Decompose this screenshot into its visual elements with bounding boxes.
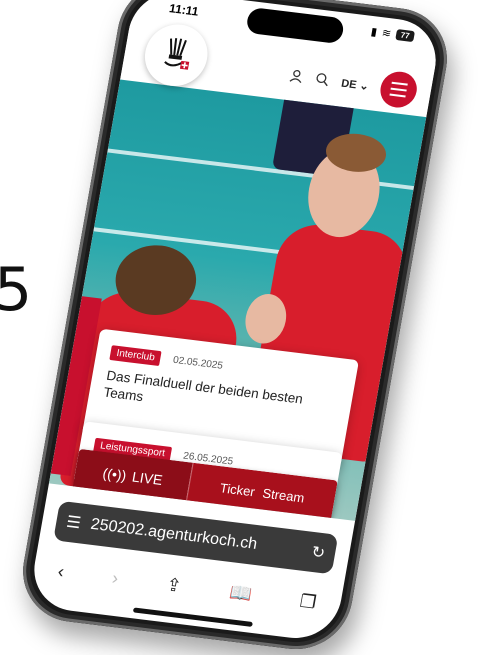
bookmarks-icon[interactable]: 📖: [228, 582, 254, 605]
phone-frame: 11:11 ▮ ≋ 77 DE ⌄ Interclub 02.05.2025 D…: [14, 0, 456, 655]
category-tag[interactable]: Interclub: [109, 345, 162, 367]
ticker-label: Ticker: [218, 479, 257, 499]
status-icons: ▮ ≋ 77: [369, 25, 416, 43]
user-icon[interactable]: [288, 68, 305, 86]
tabs-icon[interactable]: ❐: [298, 590, 318, 613]
article-date: 02.05.2025: [172, 354, 224, 372]
wifi-icon: ≋: [380, 27, 393, 41]
chevron-down-icon: ⌄: [358, 79, 370, 93]
battery-icon: 77: [395, 29, 416, 43]
menu-line-icon: [389, 93, 406, 98]
article-title[interactable]: Das Finalduell der beiden besten Teams: [102, 368, 338, 430]
phone-mockup: 11:11 ▮ ≋ 77 DE ⌄ Interclub 02.05.2025 D…: [0, 0, 490, 655]
page-settings-icon[interactable]: ☰: [65, 512, 83, 533]
stream-label: Stream: [261, 485, 306, 505]
phone-screen: 11:11 ▮ ≋ 77 DE ⌄ Interclub 02.05.2025 D…: [27, 0, 443, 644]
live-label: LIVE: [130, 468, 164, 489]
search-icon[interactable]: [314, 71, 331, 89]
language-select[interactable]: DE ⌄: [340, 76, 370, 92]
back-icon[interactable]: ‹: [56, 561, 65, 582]
status-time: 11:11: [168, 1, 200, 19]
language-label: DE: [340, 77, 358, 91]
menu-line-icon: [390, 87, 407, 92]
hero-image: Interclub 02.05.2025 Das Finalduell der …: [48, 79, 427, 521]
url-text: 250202.agenturkoch.ch: [89, 515, 259, 553]
signal-icon: ▮: [369, 25, 379, 39]
forward-icon[interactable]: ›: [110, 567, 120, 588]
shuttlecock-logo-icon: [164, 38, 190, 70]
site-logo[interactable]: [140, 20, 213, 90]
broadcast-icon: ((•)): [101, 464, 128, 484]
share-icon[interactable]: ⇪: [165, 574, 183, 597]
menu-line-icon: [391, 81, 408, 86]
hamburger-menu-button[interactable]: [377, 69, 420, 110]
reload-icon[interactable]: ↻: [310, 542, 327, 563]
